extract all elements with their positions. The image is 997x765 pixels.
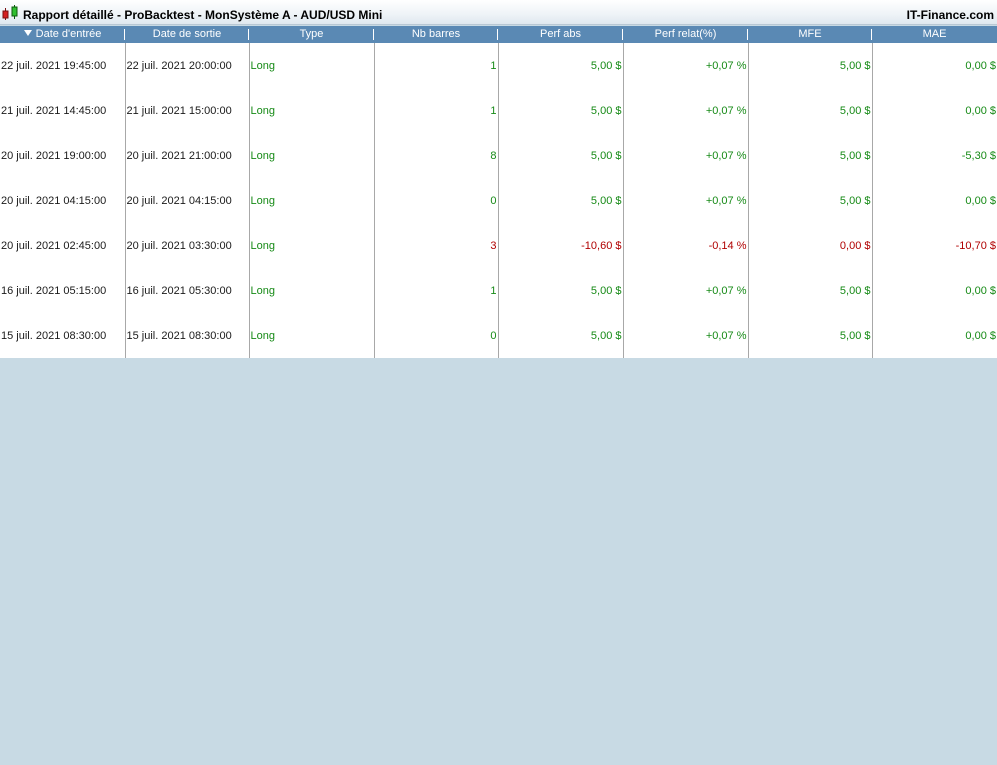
cell-perf-rel: -0,14 % [623, 223, 749, 268]
cell-perf-rel: +0,07 % [623, 43, 749, 88]
cell-perf-abs: 5,00 $ [498, 313, 624, 358]
cell-mae: 0,00 $ [872, 268, 997, 313]
cell-entry-date: 21 juil. 2021 14:45:00 [0, 88, 126, 133]
column-header-label: MFE [798, 28, 822, 40]
cell-mfe: 5,00 $ [748, 133, 873, 178]
cell-exit-date: 16 juil. 2021 05:30:00 [125, 268, 250, 313]
column-header-label: Date de sortie [152, 28, 222, 40]
cell-entry-date: 20 juil. 2021 04:15:00 [0, 178, 126, 223]
table-row[interactable]: 22 juil. 2021 19:45:00 22 juil. 2021 20:… [0, 43, 997, 88]
column-header-mae[interactable]: MAE [872, 26, 997, 43]
brand-name: IT-Finance.com [906, 8, 994, 22]
cell-exit-date: 20 juil. 2021 03:30:00 [125, 223, 250, 268]
cell-entry-date: 22 juil. 2021 19:45:00 [0, 43, 126, 88]
cell-perf-abs: 5,00 $ [498, 178, 624, 223]
cell-type: Long [249, 268, 375, 313]
column-header-label: Perf relat(%) [654, 28, 717, 40]
cell-type: Long [249, 178, 375, 223]
cell-bar-count: 8 [374, 133, 499, 178]
cell-mae: 0,00 $ [872, 313, 997, 358]
cell-perf-abs: 5,00 $ [498, 43, 624, 88]
table-row[interactable]: 15 juil. 2021 08:30:00 15 juil. 2021 08:… [0, 313, 997, 358]
cell-perf-rel: +0,07 % [623, 88, 749, 133]
cell-type: Long [249, 223, 375, 268]
table-row[interactable]: 20 juil. 2021 19:00:00 20 juil. 2021 21:… [0, 133, 997, 178]
cell-mae: 0,00 $ [872, 178, 997, 223]
cell-perf-abs: 5,00 $ [498, 268, 624, 313]
cell-perf-abs: 5,00 $ [498, 88, 624, 133]
table-row[interactable]: 21 juil. 2021 14:45:00 21 juil. 2021 15:… [0, 88, 997, 133]
cell-mae: -10,70 $ [872, 223, 997, 268]
cell-mfe: 5,00 $ [748, 268, 873, 313]
cell-exit-date: 22 juil. 2021 20:00:00 [125, 43, 250, 88]
cell-type: Long [249, 313, 375, 358]
cell-perf-rel: +0,07 % [623, 133, 749, 178]
cell-mae: 0,00 $ [872, 43, 997, 88]
cell-entry-date: 20 juil. 2021 02:45:00 [0, 223, 126, 268]
column-header-perf-abs[interactable]: Perf abs [498, 26, 623, 43]
cell-entry-date: 15 juil. 2021 08:30:00 [0, 313, 126, 358]
report-window: Rapport détaillé - ProBacktest - MonSyst… [0, 0, 997, 765]
cell-bar-count: 1 [374, 88, 499, 133]
column-header-label: Perf abs [540, 28, 581, 40]
cell-bar-count: 1 [374, 268, 499, 313]
cell-mfe: 5,00 $ [748, 178, 873, 223]
table-header-row: Date d'entrée Date de sortie Type Nb bar… [0, 26, 997, 43]
cell-mfe: 5,00 $ [748, 88, 873, 133]
column-header-label: MAE [922, 28, 947, 40]
cell-entry-date: 20 juil. 2021 19:00:00 [0, 133, 126, 178]
column-header-label: Date d'entrée [35, 28, 102, 40]
column-header-mfe[interactable]: MFE [748, 26, 872, 43]
column-header-label: Nb barres [411, 28, 461, 40]
cell-perf-abs: -10,60 $ [498, 223, 624, 268]
cell-bar-count: 3 [374, 223, 499, 268]
cell-bar-count: 1 [374, 43, 499, 88]
cell-perf-abs: 5,00 $ [498, 133, 624, 178]
cell-mae: 0,00 $ [872, 88, 997, 133]
cell-mfe: 0,00 $ [748, 223, 873, 268]
sort-descending-icon [23, 30, 32, 36]
candlestick-chart-icon [2, 5, 18, 20]
cell-perf-rel: +0,07 % [623, 313, 749, 358]
column-header-label: Type [299, 28, 324, 40]
cell-mfe: 5,00 $ [748, 43, 873, 88]
cell-mfe: 5,00 $ [748, 313, 873, 358]
cell-exit-date: 20 juil. 2021 04:15:00 [125, 178, 250, 223]
cell-perf-rel: +0,07 % [623, 268, 749, 313]
cell-bar-count: 0 [374, 178, 499, 223]
title-bar: Rapport détaillé - ProBacktest - MonSyst… [0, 0, 997, 25]
column-header-bar-count[interactable]: Nb barres [374, 26, 498, 43]
table-row[interactable]: 20 juil. 2021 04:15:00 20 juil. 2021 04:… [0, 178, 997, 223]
cell-exit-date: 21 juil. 2021 15:00:00 [125, 88, 250, 133]
cell-perf-rel: +0,07 % [623, 178, 749, 223]
cell-type: Long [249, 43, 375, 88]
column-header-entry-date[interactable]: Date d'entrée [0, 26, 125, 43]
cell-type: Long [249, 133, 375, 178]
column-header-type[interactable]: Type [249, 26, 374, 43]
table-row[interactable]: 16 juil. 2021 05:15:00 16 juil. 2021 05:… [0, 268, 997, 313]
cell-bar-count: 0 [374, 313, 499, 358]
cell-exit-date: 20 juil. 2021 21:00:00 [125, 133, 250, 178]
window-title: Rapport détaillé - ProBacktest - MonSyst… [23, 8, 383, 22]
cell-entry-date: 16 juil. 2021 05:15:00 [0, 268, 126, 313]
table-row[interactable]: 20 juil. 2021 02:45:00 20 juil. 2021 03:… [0, 223, 997, 268]
cell-type: Long [249, 88, 375, 133]
cell-exit-date: 15 juil. 2021 08:30:00 [125, 313, 250, 358]
cell-mae: -5,30 $ [872, 133, 997, 178]
column-header-exit-date[interactable]: Date de sortie [125, 26, 249, 43]
trades-table: Date d'entrée Date de sortie Type Nb bar… [0, 26, 997, 358]
column-header-perf-rel[interactable]: Perf relat(%) [623, 26, 748, 43]
